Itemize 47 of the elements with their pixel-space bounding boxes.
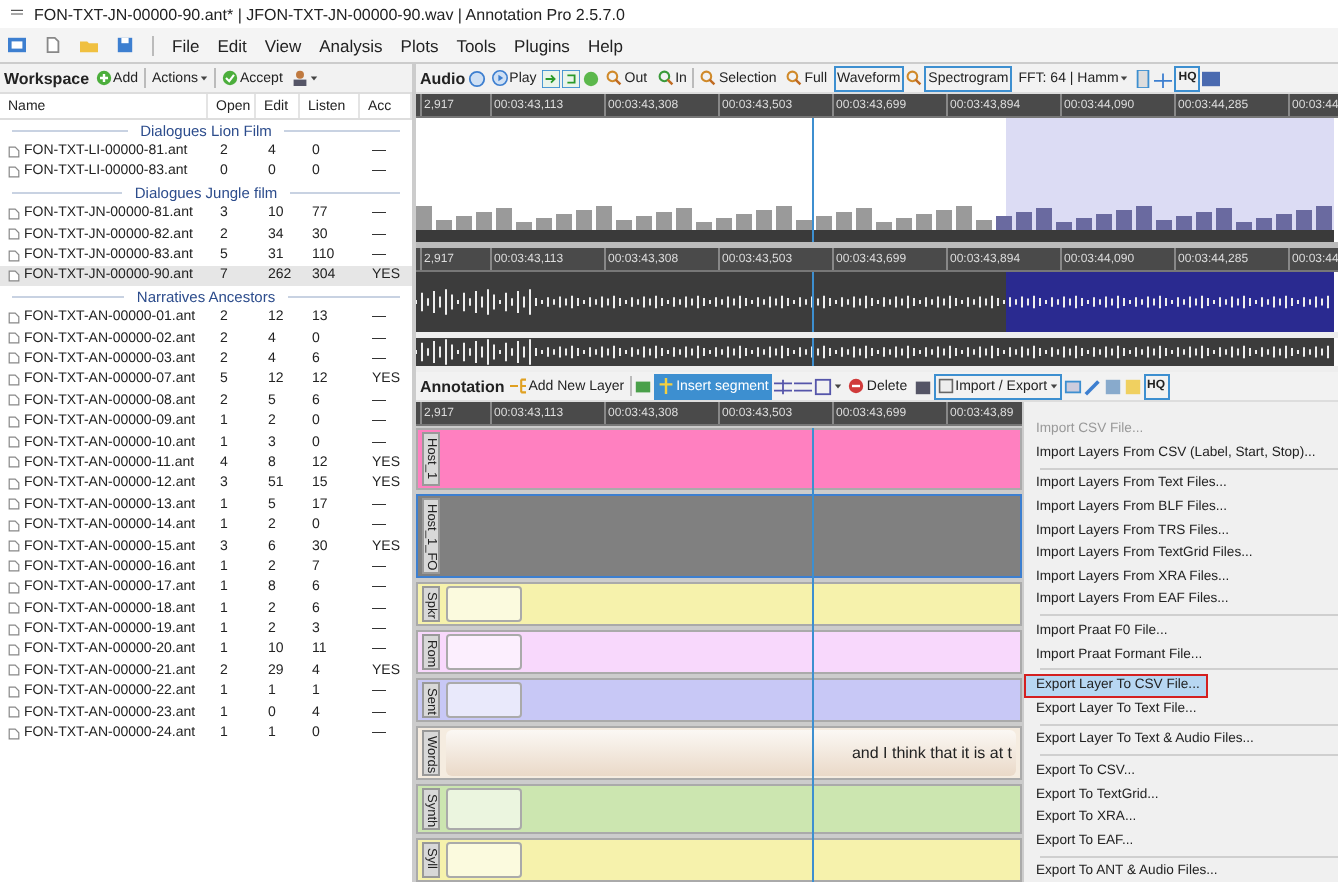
caret-icon bbox=[834, 382, 843, 390]
save-icon[interactable] bbox=[116, 36, 134, 54]
menu-item[interactable]: Analysis bbox=[319, 35, 383, 55]
zoom-in-icon bbox=[657, 70, 674, 86]
menu-item[interactable]: View bbox=[264, 35, 302, 55]
new-file-icon[interactable] bbox=[44, 36, 62, 54]
app-icon bbox=[8, 8, 26, 20]
arrow-icon[interactable] bbox=[542, 69, 561, 87]
check-icon bbox=[221, 70, 238, 86]
layers-icon[interactable] bbox=[1063, 377, 1082, 395]
menu-item[interactable]: Help bbox=[587, 35, 623, 55]
caret-icon bbox=[310, 74, 319, 82]
panel-title: Annotation bbox=[420, 377, 505, 395]
play-icon bbox=[491, 70, 508, 86]
menu-item[interactable]: Plugins bbox=[514, 35, 570, 55]
add-icon bbox=[95, 70, 112, 86]
magnifier-icon bbox=[906, 70, 923, 86]
panel-icon[interactable] bbox=[8, 36, 26, 54]
magnifier-icon bbox=[786, 70, 803, 86]
user-button[interactable] bbox=[288, 65, 323, 91]
level-icon[interactable] bbox=[1134, 69, 1153, 87]
window-title: FON-TXT-JN-00000-90.ant* | JFON-TXT-JN-00000-90.wav | Annotation Pro 2.5.7.0 bbox=[34, 5, 625, 23]
magnifier-icon bbox=[700, 70, 717, 86]
caret-icon bbox=[1120, 74, 1129, 82]
person-icon bbox=[292, 70, 309, 86]
pencil-icon[interactable] bbox=[1083, 377, 1102, 395]
caret-icon bbox=[199, 74, 208, 82]
menu-item[interactable]: Edit bbox=[217, 35, 247, 55]
segment[interactable] bbox=[446, 682, 522, 719]
layer-icon[interactable] bbox=[634, 377, 653, 395]
menu-item[interactable]: File bbox=[172, 35, 200, 55]
segment-text[interactable]: and I think that it is at t bbox=[446, 730, 1016, 777]
zoom-out-icon bbox=[606, 70, 623, 86]
segment[interactable] bbox=[446, 841, 522, 878]
panel-title: Audio bbox=[420, 69, 466, 87]
add-layer-icon bbox=[510, 378, 527, 394]
segment[interactable] bbox=[446, 788, 522, 830]
delete-icon bbox=[848, 378, 865, 394]
menu-item[interactable]: Plots bbox=[400, 35, 439, 55]
menu-item[interactable]: Tools bbox=[456, 35, 497, 55]
segment[interactable] bbox=[446, 585, 522, 622]
segment[interactable] bbox=[446, 633, 522, 671]
caret-icon bbox=[1049, 382, 1058, 390]
export-icon bbox=[937, 378, 954, 394]
insert-icon bbox=[658, 378, 675, 394]
loop-icon[interactable] bbox=[562, 69, 581, 87]
panel-title: Workspace bbox=[4, 69, 90, 87]
